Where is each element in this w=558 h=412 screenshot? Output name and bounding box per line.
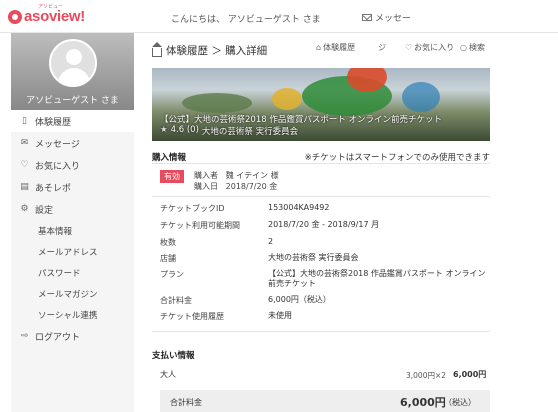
total-price: 6,000円（税込） [268, 295, 331, 304]
home-icon [152, 41, 162, 57]
heart-icon: ♡ [405, 43, 413, 52]
breadcrumb: 体験履歴 ＞ 購入詳細 [166, 45, 268, 57]
purchase-date-row: 購入日 2018/7/20 金 [194, 182, 278, 191]
smartphone-only-note: ※チケットはスマートフォンでのみ使用できます [304, 153, 490, 163]
settings-item-basic-info[interactable]: 基本情報 [11, 220, 134, 241]
divider [152, 196, 490, 197]
topnav-favorites[interactable]: ♡ お気に入り [405, 42, 454, 53]
detail-label: 枚数 [160, 238, 176, 247]
detail-label: 合計料金 [160, 296, 192, 305]
payment-info-heading: 支払い情報 [152, 351, 195, 361]
topnav-history[interactable]: ⌂ 体験履歴 [316, 42, 355, 53]
heart-icon: ♡ [20, 160, 29, 170]
divider [152, 163, 490, 164]
total-label: 合計料金 [170, 398, 202, 407]
star-rating-icon: ★ [160, 125, 168, 135]
sidebar: アソビューゲスト さま ▯ 体験履歴 ✉ メッセージ ♡ お気に入り ▤ あそレ… [11, 33, 134, 412]
envelope-icon: ✉ [20, 138, 29, 148]
purchase-info-heading: 購入情報 [152, 153, 187, 163]
logout-arrow-icon: ⇨ [20, 331, 29, 341]
store-name[interactable]: 大地の芸術祭 実行委員会 [268, 253, 488, 263]
username: アソビューゲスト さま [26, 96, 119, 106]
total-amount: 6,000円 [400, 396, 446, 409]
hero-title: 【公式】大地の芸術祭2018 作品鑑賞パスポート オンライン前売チケット [160, 115, 443, 125]
avatar-head [66, 49, 82, 65]
detail-label: チケットブックID [160, 204, 225, 213]
valid-period: 2018/7/20 金 - 2018/9/17 月 [268, 220, 380, 229]
adult-label: 大人 [160, 370, 176, 379]
sidebar-item-logout[interactable]: ⇨ ログアウト [11, 325, 134, 347]
sidebar-item-favorites[interactable]: ♡ お気に入り [11, 154, 134, 176]
total-row: 合計料金 6,000円 （税込） [160, 390, 490, 412]
adult-subtotal: 6,000円 [453, 370, 487, 379]
detail-label: 店舗 [160, 254, 176, 263]
home-icon: ⌂ [316, 43, 322, 52]
sidebar-item-messages[interactable]: ✉ メッセージ [11, 132, 134, 154]
usage-history: 未使用 [268, 311, 292, 320]
artwork-shape [272, 88, 302, 110]
notepad-icon: ▤ [20, 182, 29, 192]
profile-card: アソビューゲスト さま [11, 33, 134, 110]
gear-icon: ⚙ [20, 204, 29, 214]
header-message-link[interactable]: メッセー [362, 11, 411, 24]
avatar-body [58, 68, 90, 85]
asoview-logo[interactable]: asoview! アソビュー [8, 4, 85, 25]
hero-rating: ★ 4.6 (0) 大地の芸術祭 実行委員会 [160, 125, 299, 137]
detail-label: チケット使用履歴 [160, 312, 224, 321]
adult-unit-price: 3,000円×2 [406, 371, 447, 380]
detail-label: チケット利用可能期間 [160, 221, 240, 230]
page-title: 体験履歴 ＞ 購入詳細 [152, 41, 268, 58]
ticket-count: 2 [268, 237, 274, 246]
topnav-search[interactable]: ○ 検索 [460, 42, 485, 53]
sidebar-item-history[interactable]: ▯ 体験履歴 [11, 110, 134, 132]
plan-name: 【公式】大地の芸術祭2018 作品鑑賞パスポート オンライン前売チケット [268, 269, 486, 288]
settings-item-password[interactable]: パスワード [11, 262, 134, 283]
settings-item-newsletter[interactable]: メールマガジン [11, 283, 134, 304]
sidebar-item-settings[interactable]: ⚙ 設定 [11, 198, 134, 220]
topnav-report[interactable]: ジ [378, 42, 386, 53]
artwork-shape [182, 93, 252, 113]
logo-mark-icon [8, 9, 22, 24]
sidebar-nav: ▯ 体験履歴 ✉ メッセージ ♡ お気に入り ▤ あそレポ ⚙ 設定 基本情報 … [11, 110, 134, 347]
buyer-row: 購入者 魏 イテイン 様 [194, 171, 279, 180]
artwork-shape [402, 82, 440, 112]
sidebar-item-asorepo[interactable]: ▤ あそレポ [11, 176, 134, 198]
settings-item-social[interactable]: ソーシャル連携 [11, 304, 134, 325]
settings-item-email[interactable]: メールアドレス [11, 241, 134, 262]
hero-image[interactable]: 【公式】大地の芸術祭2018 作品鑑賞パスポート オンライン前売チケット ★ 4… [152, 68, 490, 141]
top-header: asoview! アソビュー こんにちは、 アソビューゲスト さま メッセー [0, 0, 558, 33]
tax-included-note: （税込） [444, 398, 476, 407]
search-icon: ○ [460, 43, 467, 52]
envelope-icon [362, 14, 372, 21]
avatar[interactable] [49, 39, 97, 87]
ticket-book-id: 153004KA9492 [268, 203, 330, 212]
detail-label: プラン [160, 270, 184, 279]
divider [152, 331, 490, 332]
status-badge: 有効 [160, 170, 184, 183]
greeting-text: こんにちは、 アソビューゲスト さま [171, 15, 321, 25]
document-icon: ▯ [22, 116, 27, 126]
